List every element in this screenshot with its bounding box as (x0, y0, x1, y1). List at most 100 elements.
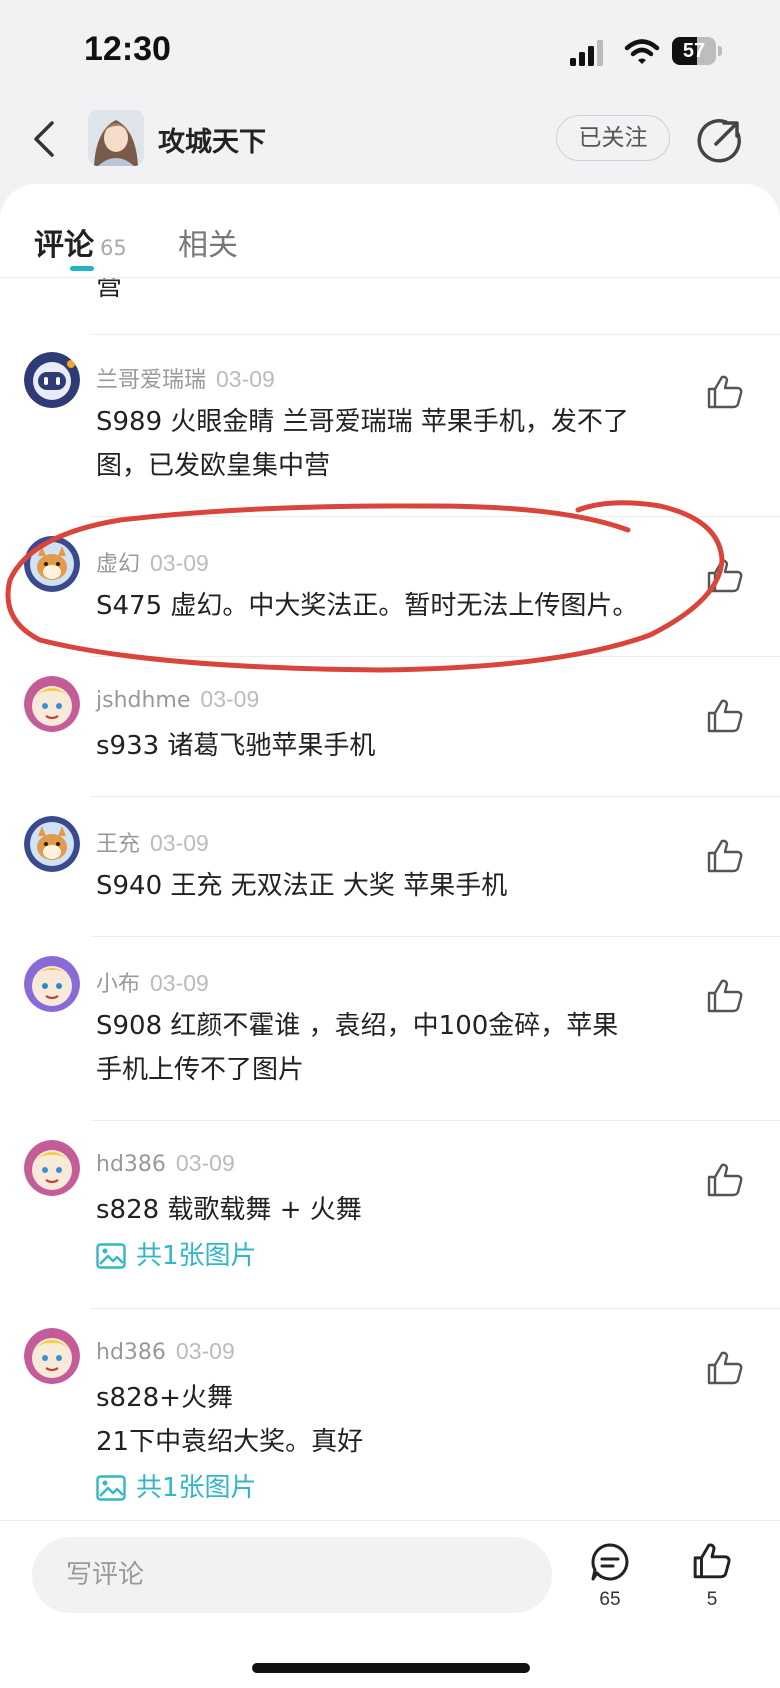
status-time: 12:30 (84, 30, 171, 68)
comment-date: 03-09 (216, 366, 275, 392)
comment-text: S475 虚幻。中大奖法正。暂时无法上传图片。 (96, 591, 639, 621)
tab-bar: 评论 65 相关 (0, 184, 780, 278)
follow-button[interactable]: 已关注 (556, 115, 670, 161)
comment-body: s933 诸葛飞驰苹果手机 (96, 724, 686, 768)
comment-text: 21下中袁绍大奖。真好 (96, 1427, 364, 1457)
battery-level: 57 (682, 40, 706, 62)
avatar[interactable] (24, 1140, 80, 1196)
comment-text: s828+火舞 (96, 1383, 233, 1413)
chat-bubble-icon (591, 1543, 629, 1581)
comment-meta: jshdhme 03-09 (96, 686, 259, 713)
comment-body: s828 载歌载舞 + 火舞 共1张图片 (96, 1188, 686, 1278)
comment-text: s828 载歌载舞 + 火舞 (96, 1195, 362, 1225)
bottom-bar: 写评论 65 5 (0, 1520, 780, 1688)
image-attachment-link[interactable]: 共1张图片 (96, 1234, 686, 1278)
comment-body: S908 红颜不霍谁 ，袁绍，中100金碎，苹果 手机上传不了图片 (96, 1004, 686, 1092)
comment-item: 王充 03-09 S940 王充 无双法正 大奖 苹果手机 (0, 816, 780, 936)
comment-text: s933 诸葛飞驰苹果手机 (96, 731, 376, 761)
thumbs-up-icon[interactable] (706, 978, 744, 1014)
comments-button[interactable]: 65 (584, 1535, 636, 1615)
divider (90, 516, 780, 517)
divider (90, 334, 780, 335)
comment-meta: hd386 03-09 (96, 1338, 235, 1365)
likes-count: 5 (706, 1589, 718, 1610)
back-button[interactable] (24, 114, 64, 164)
thumbs-up-icon[interactable] (706, 838, 744, 874)
avatar[interactable] (24, 816, 80, 872)
comment-body: s828+火舞 21下中袁绍大奖。真好 共1张图片 (96, 1376, 686, 1510)
comment-meta: 兰哥爱瑞瑞 03-09 (96, 362, 275, 394)
comment-meta: 虚幻 03-09 (96, 546, 209, 578)
share-icon (697, 119, 741, 163)
tab-comments-label: 评论 (34, 228, 94, 263)
image-icon (96, 1243, 126, 1269)
divider (90, 796, 780, 797)
avatar[interactable] (24, 352, 80, 408)
comment-meta: hd386 03-09 (96, 1150, 235, 1177)
image-icon (96, 1475, 126, 1501)
tab-comments-count: 65 (100, 236, 127, 260)
home-indicator (252, 1663, 530, 1673)
comment-username[interactable]: jshdhme (96, 688, 190, 713)
comment-item: jshdhme 03-09 s933 诸葛飞驰苹果手机 (0, 676, 780, 796)
comment-meta: 王充 03-09 (96, 826, 209, 858)
share-button[interactable] (696, 116, 744, 164)
comment-item: 虚幻 03-09 S475 虚幻。中大奖法正。暂时无法上传图片。 (0, 536, 780, 656)
channel-avatar[interactable] (88, 110, 144, 166)
divider (90, 936, 780, 937)
avatar[interactable] (24, 536, 80, 592)
comment-date: 03-09 (150, 970, 209, 996)
comment-item: 小布 03-09 S908 红颜不霍谁 ，袁绍，中100金碎，苹果 手机上传不了图… (0, 956, 780, 1120)
comment-username[interactable]: 兰哥爱瑞瑞 (96, 368, 206, 393)
thumbs-up-icon[interactable] (706, 1350, 744, 1386)
chevron-left-icon (34, 121, 54, 157)
comment-username[interactable]: 王充 (96, 832, 140, 857)
comment-username[interactable]: hd386 (96, 1152, 166, 1177)
comment-input[interactable]: 写评论 (32, 1537, 552, 1613)
comment-text: S908 红颜不霍谁 ，袁绍，中100金碎，苹果 (96, 1011, 619, 1041)
comments-sheet: 评论 65 相关 营 兰哥爱瑞瑞 03-09 S989 火眼金睛 兰哥爱瑞瑞 苹… (0, 184, 780, 1688)
image-attachment-label: 共1张图片 (136, 1473, 257, 1503)
comment-date: 03-09 (150, 550, 209, 576)
comment-item: 兰哥爱瑞瑞 03-09 S989 火眼金睛 兰哥爱瑞瑞 苹果手机，发不了 图，已发… (0, 352, 780, 516)
comment-text: 图，已发欧皇集中营 (96, 451, 331, 481)
header: 攻城天下 已关注 (0, 100, 780, 180)
battery-indicator: 57 (672, 37, 722, 65)
comment-body: S940 王充 无双法正 大奖 苹果手机 (96, 864, 686, 908)
thumbs-up-icon[interactable] (706, 558, 744, 594)
comment-username[interactable]: 虚幻 (96, 552, 140, 577)
divider (90, 656, 780, 657)
comment-body: S989 火眼金睛 兰哥爱瑞瑞 苹果手机，发不了 图，已发欧皇集中营 (96, 400, 686, 488)
comment-date: 03-09 (200, 686, 260, 712)
image-attachment-label: 共1张图片 (136, 1241, 257, 1271)
avatar[interactable] (24, 1328, 80, 1384)
thumbs-up-icon[interactable] (706, 698, 744, 734)
comment-username[interactable]: hd386 (96, 1340, 166, 1365)
avatar[interactable] (24, 956, 80, 1012)
divider (90, 1308, 780, 1309)
signal-icon (570, 40, 603, 66)
comment-date: 03-09 (175, 1338, 235, 1364)
image-attachment-link[interactable]: 共1张图片 (96, 1466, 686, 1510)
comment-item: hd386 03-09 s828 载歌载舞 + 火舞 共1张图片 (0, 1140, 780, 1308)
comment-body: S475 虚幻。中大奖法正。暂时无法上传图片。 (96, 584, 686, 628)
wifi-icon (624, 39, 660, 64)
tab-active-indicator (70, 266, 94, 271)
tab-comments[interactable]: 评论 65 (34, 220, 127, 264)
avatar[interactable] (24, 676, 80, 732)
comment-username[interactable]: 小布 (96, 972, 140, 997)
like-post-button[interactable]: 5 (686, 1535, 738, 1615)
status-bar: 12:30 57 (0, 0, 780, 100)
comments-count: 65 (599, 1589, 621, 1610)
comment-date: 03-09 (150, 830, 209, 856)
thumbs-up-icon[interactable] (706, 374, 744, 410)
thumbs-up-icon[interactable] (706, 1162, 744, 1198)
comment-date: 03-09 (175, 1150, 235, 1176)
comment-text: 手机上传不了图片 (96, 1055, 305, 1085)
divider (90, 1120, 780, 1121)
channel-title: 攻城天下 (158, 127, 266, 158)
comment-text: S989 火眼金睛 兰哥爱瑞瑞 苹果手机，发不了 (96, 407, 629, 437)
comment-text: S940 王充 无双法正 大奖 苹果手机 (96, 871, 508, 901)
tab-related[interactable]: 相关 (178, 220, 238, 264)
thumbs-up-icon (693, 1543, 731, 1579)
